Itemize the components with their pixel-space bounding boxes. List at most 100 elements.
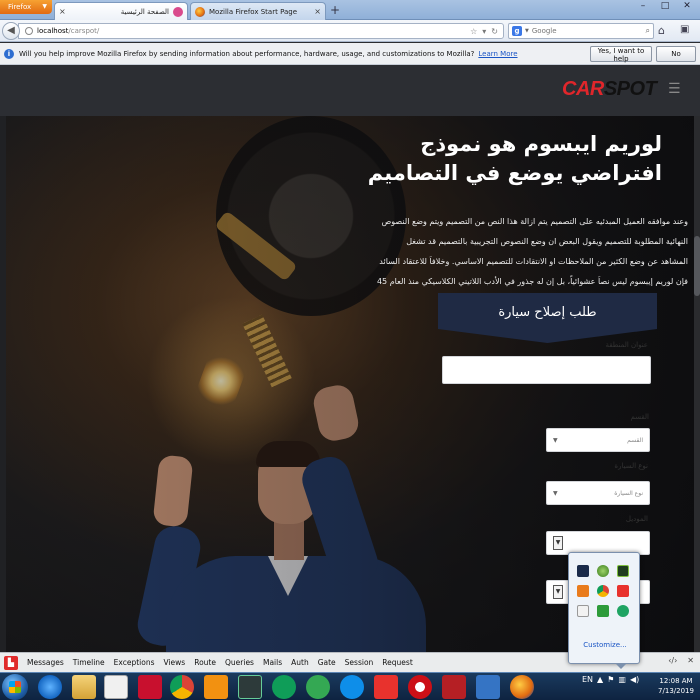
chevron-down-icon: ▼ [553,436,558,444]
url-text[interactable]: localhost/carspot/ [37,27,470,35]
hangouts-icon[interactable] [272,675,296,699]
new-tab-button[interactable]: + [328,4,342,18]
dropdown-button-icon[interactable]: ▼ [553,536,563,550]
hamburger-menu-icon[interactable]: ☰ [668,82,681,96]
debug-tab-queries[interactable]: Queries [225,658,254,667]
maximize-icon[interactable]: □ [654,0,676,14]
tray-app-icon[interactable] [617,565,629,577]
scroll-thumb[interactable] [694,236,700,296]
logo-spot: SPOT [603,78,657,100]
media-player-icon[interactable] [104,675,128,699]
debug-tab-messages[interactable]: Messages [27,658,64,667]
hero-line: فإن لوريم إيبسوم ليس نصاَ عشوائياً، بل إ… [376,277,688,286]
carspot-logo[interactable]: CARSPOT [562,78,657,101]
star-icon[interactable]: ☆ [470,27,477,36]
tab-strip: Firefox ▼ الصفحة الرئيسية × Mozilla Firef… [0,0,700,20]
speaker-tray-icon[interactable] [577,605,589,617]
form-header: طلب إصلاح سيارة [438,293,657,343]
hero-line: وعند موافقه العميل المبدئيه على التصميم … [381,217,688,226]
car-type-select[interactable]: نوع السيارة ▼ [546,481,650,505]
code-icon[interactable]: ‹/› [668,656,677,665]
debug-tab-gate[interactable]: Gate [318,658,336,667]
yes-help-button[interactable]: Yes, I want to help [590,46,652,63]
search-input[interactable] [531,27,646,35]
debug-tab-mails[interactable]: Mails [263,658,282,667]
teamviewer-icon[interactable] [340,675,364,699]
model-label: الموديل [625,515,648,523]
close-tab-icon[interactable]: × [59,7,66,16]
page-scrollbar[interactable] [694,116,700,652]
chrome-tray-icon[interactable] [597,585,609,597]
chevron-down-icon: ▼ [42,3,47,10]
tray-app-icon[interactable] [577,565,589,577]
car-type-value: نوع السيارة [614,489,643,497]
hangouts-tray-icon[interactable] [617,605,629,617]
chat-icon[interactable] [306,675,330,699]
dropdown-icon[interactable]: ▾ [482,27,486,36]
learn-more-link[interactable]: Learn More [478,50,517,58]
minimize-icon[interactable]: – [632,0,654,14]
anydesk-tray-icon[interactable] [617,585,629,597]
close-window-icon[interactable]: ✕ [676,0,698,14]
hero-line: النهائية المطلوبة للتصميم ويقول البعض ان… [406,237,688,246]
opera-icon[interactable] [408,675,432,699]
taskbar: EN ▲ ⚑ ▥ ◀) 12:08 AM 7/13/2019 [0,672,700,700]
language-indicator[interactable]: EN [582,675,593,684]
anydesk-icon[interactable] [374,675,398,699]
tray-app-icon[interactable] [597,605,609,617]
back-button[interactable]: ◀ [2,22,20,40]
file-explorer-icon[interactable] [72,675,96,699]
sublime-text-icon[interactable] [204,675,228,699]
chevron-down-icon[interactable]: ▼ [525,28,529,34]
address-input[interactable] [442,356,651,384]
filezilla-icon[interactable] [442,675,466,699]
firefox-menu-button[interactable]: Firefox ▼ [0,0,52,14]
bookmarks-icon[interactable]: ▣ [680,24,689,35]
debug-tab-views[interactable]: Views [164,658,186,667]
debug-tab-route[interactable]: Route [194,658,216,667]
debug-tab-request[interactable]: Request [382,658,412,667]
debug-tab-timeline[interactable]: Timeline [73,658,105,667]
no-button[interactable]: No [656,46,696,62]
reload-icon[interactable]: ↻ [491,27,498,36]
debug-tab-session[interactable]: Session [345,658,374,667]
search-icon[interactable]: ⌕ [646,26,650,36]
tray-app-icon[interactable] [577,585,589,597]
close-tab-icon[interactable]: × [314,7,321,16]
debug-tab-exceptions[interactable]: Exceptions [114,658,155,667]
tray-app-icon[interactable] [597,565,609,577]
search-box[interactable]: g ▼ ⌕ [508,23,654,39]
chrome-icon[interactable] [170,675,194,699]
volume-icon[interactable]: ◀) [630,675,639,684]
close-debug-icon[interactable]: ✕ [687,656,694,665]
hero-line: المشاهد عن وضع الكثير من الملاحظات او ال… [379,257,688,266]
show-hidden-icons-icon[interactable]: ▲ [597,675,603,684]
windows-logo-icon [9,681,21,693]
tray-icon-grid [577,565,629,617]
dropdown-button-icon[interactable]: ▼ [553,585,563,599]
network-icon[interactable]: ▥ [618,675,626,684]
firefox-menu-label: Firefox [8,3,32,11]
tab-firefox-start[interactable]: Mozilla Firefox Start Page × [190,2,326,20]
window-manager-icon[interactable] [476,675,500,699]
section-select[interactable]: القسم ▼ [546,428,650,452]
customize-link[interactable]: Customize... [569,641,641,649]
url-bar[interactable]: localhost/carspot/ ☆ ▾ ↻ [18,23,504,39]
firefox-taskbar-icon[interactable] [510,675,534,699]
clock[interactable]: 12:08 AM 7/13/2019 [654,676,698,696]
system-tray: EN ▲ ⚑ ▥ ◀) [582,675,639,684]
globe-icon [25,27,33,35]
navigation-bar: localhost/carspot/ ☆ ▾ ↻ ◀ g ▼ ⌕ ⌂ ▣ [0,20,700,42]
section-value: القسم [627,436,643,444]
url-path: /carspot/ [68,27,100,35]
debugbar-logo-icon[interactable]: ▙ [4,655,18,670]
debug-tab-auth[interactable]: Auth [291,658,309,667]
home-icon[interactable]: ⌂ [658,24,665,37]
zynga-icon[interactable] [138,675,162,699]
start-button[interactable] [2,674,28,700]
flag-icon[interactable]: ⚑ [607,675,614,684]
internet-explorer-icon[interactable] [38,675,62,699]
tab-home[interactable]: الصفحة الرئيسية × [54,2,188,20]
clock-time: 12:08 AM [659,677,693,685]
editor-icon[interactable] [238,675,262,699]
